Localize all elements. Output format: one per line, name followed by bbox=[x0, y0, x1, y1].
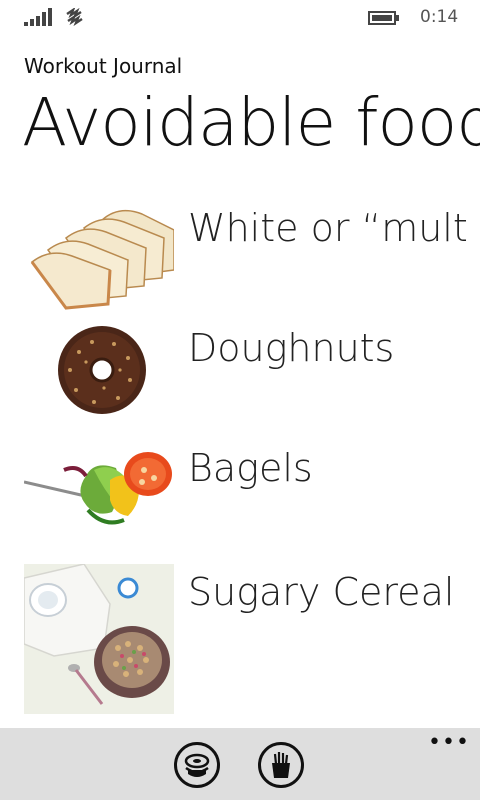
clock: 0:14 bbox=[420, 7, 459, 27]
fries-button[interactable] bbox=[258, 742, 304, 788]
list-item[interactable]: Bagels bbox=[24, 440, 480, 550]
food-name: Doughnuts bbox=[188, 326, 395, 370]
list-item[interactable]: White or “mult bbox=[24, 200, 480, 310]
wifi-icon bbox=[66, 8, 83, 27]
fries-icon bbox=[272, 752, 290, 778]
food-name: Sugary Cereal bbox=[188, 570, 455, 614]
sushi-button[interactable] bbox=[174, 742, 220, 788]
sushi-icon bbox=[184, 753, 210, 777]
page-title: Avoidable food bbox=[22, 84, 480, 161]
food-name: Bagels bbox=[188, 446, 313, 490]
chocolate-doughnut-image bbox=[24, 320, 174, 430]
cereal-milk-image bbox=[24, 564, 174, 714]
status-bar: 0:14 bbox=[0, 0, 480, 36]
salad-fork-image bbox=[24, 440, 174, 550]
signal-bars-icon bbox=[24, 8, 52, 26]
list-item[interactable]: Sugary Cereal bbox=[24, 564, 480, 714]
sliced-bread-image bbox=[24, 200, 174, 310]
more-options-button[interactable]: ••• bbox=[428, 730, 470, 755]
battery-icon bbox=[368, 11, 399, 25]
food-name: White or “mult bbox=[188, 206, 468, 250]
app-title: Workout Journal bbox=[24, 54, 183, 78]
app-bar: ••• bbox=[0, 728, 480, 800]
list-item[interactable]: Doughnuts bbox=[24, 320, 480, 430]
